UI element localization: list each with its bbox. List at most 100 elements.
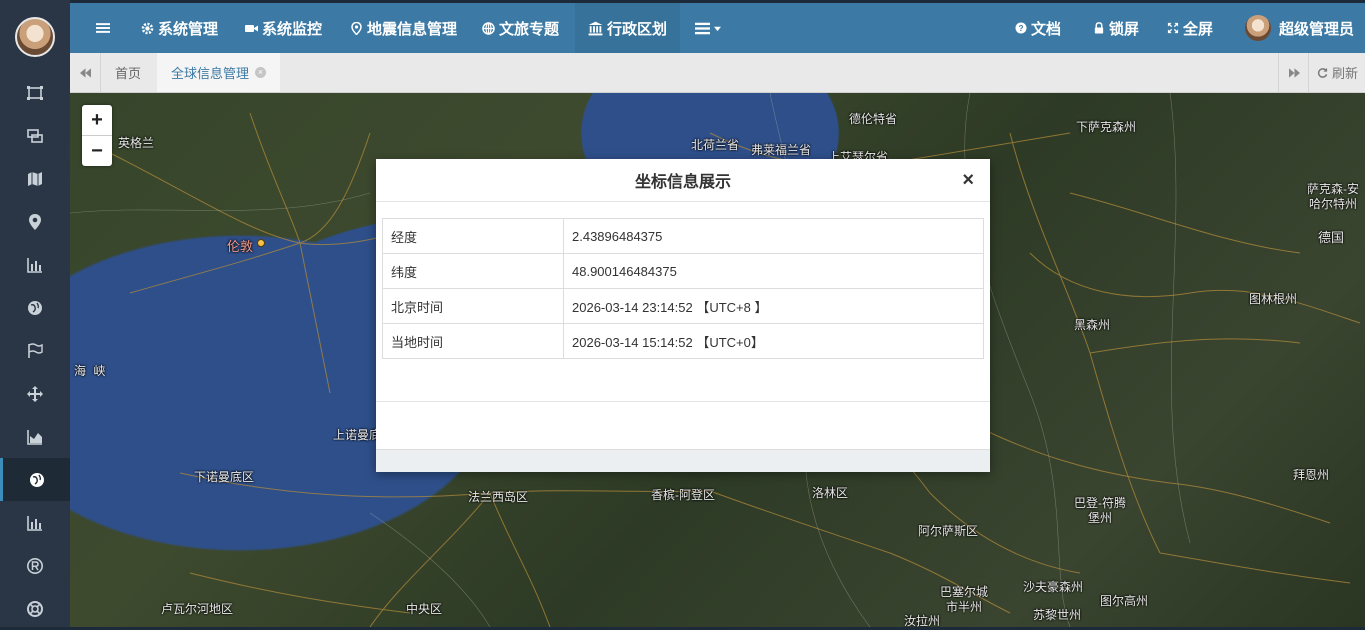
map-icon [28, 171, 42, 186]
table-row: 北京时间 2026-03-14 23:14:52 【UTC+8 】 [382, 288, 984, 324]
row-value: 2026-03-14 15:14:52 【UTC+0】 [563, 323, 984, 359]
area-chart-icon [27, 429, 42, 445]
table-row: 经度 2.43896484375 [382, 218, 984, 254]
sidebar-item-map[interactable] [0, 157, 70, 200]
modal-footer [376, 401, 990, 450]
sidebar-item-globe[interactable] [0, 286, 70, 329]
map-label-city: 伦敦 [227, 239, 254, 254]
nav-system-monitor[interactable]: 系统监控 [245, 3, 322, 53]
map-label-country: 德国 [1318, 230, 1345, 245]
user-menu[interactable]: 超级管理员 [1245, 3, 1354, 53]
arrows-icon [27, 385, 43, 402]
zoom-control: + − [82, 105, 112, 166]
tab-home[interactable]: 首页 [101, 53, 155, 92]
map-label: 中央区 [406, 602, 443, 616]
globe-icon [482, 21, 495, 35]
map-label: 汝拉州 [904, 614, 941, 627]
map-label: 萨克森-安哈尔特州 [1307, 182, 1359, 211]
video-camera-icon [245, 24, 258, 32]
tab-scroll-right-button[interactable] [1278, 53, 1309, 92]
map-label: 洛林区 [812, 486, 849, 500]
sidebar-item-bar-chart-2[interactable] [0, 501, 70, 544]
row-value: 48.900146484375 [563, 253, 984, 289]
tab-scroll-left-button[interactable] [70, 53, 101, 92]
sidebar-item-globe-active[interactable] [0, 458, 70, 501]
row-value: 2.43896484375 [563, 218, 984, 254]
zoom-in-button[interactable]: + [82, 105, 112, 135]
menu-toggle-button[interactable] [96, 3, 110, 53]
caret-down-icon [714, 26, 721, 31]
map-label: 巴塞尔城市半州 [939, 585, 988, 614]
sidebar-item-bar-chart[interactable] [0, 243, 70, 286]
lock-icon [1094, 22, 1104, 34]
row-label: 经度 [382, 218, 564, 254]
map-label: 黑森州 [1074, 318, 1111, 332]
table-row: 纬度 48.900146484375 [382, 253, 984, 289]
map-label: 北荷兰省 [691, 138, 740, 152]
user-avatar [1245, 15, 1271, 41]
city-marker [257, 239, 265, 247]
map-label: 下诺曼底区 [194, 470, 255, 484]
sidebar-item-support[interactable] [0, 587, 70, 630]
coordinate-table: 经度 2.43896484375 纬度 48.900146484375 北京时间… [382, 218, 984, 359]
zoom-out-button[interactable]: − [82, 135, 112, 166]
tab-global-info-label: 全球信息管理 [171, 66, 250, 81]
refresh-button[interactable]: 刷新 [1308, 53, 1365, 92]
map-marker-icon [29, 213, 41, 230]
nav-label: 系统监控 [262, 20, 323, 38]
map-label: 沙夫豪森州 [1023, 580, 1084, 594]
nav-more-dropdown[interactable] [695, 3, 721, 53]
modal-header: 坐标信息展示 × [376, 159, 990, 202]
user-name: 超级管理员 [1279, 20, 1355, 38]
nav-system-management[interactable]: 系统管理 [141, 3, 218, 53]
forward-icon [1288, 67, 1300, 78]
sidebar-item-frame-2[interactable] [0, 114, 70, 157]
sidebar-item-frame[interactable] [0, 71, 70, 114]
refresh-label: 刷新 [1331, 66, 1358, 81]
lock-label: 锁屏 [1109, 20, 1140, 38]
registered-icon [27, 557, 43, 574]
tab-home-label: 首页 [115, 66, 142, 81]
nav-earthquake-info[interactable]: 地震信息管理 [350, 3, 457, 53]
top-navbar: 系统管理 系统监控 地震信息管理 文旅专题 行政区划 ? 文档 锁屏 全屏 超级… [70, 3, 1365, 53]
gear-icon [141, 22, 154, 34]
table-row: 当地时间 2026-03-14 15:14:52 【UTC+0】 [382, 323, 984, 359]
sidebar-item-location[interactable] [0, 200, 70, 243]
nav-label: 地震信息管理 [367, 20, 458, 38]
sidebar-item-move[interactable] [0, 372, 70, 415]
lock-screen-button[interactable]: 锁屏 [1093, 3, 1139, 53]
sidebar-item-registered[interactable] [0, 544, 70, 587]
nav-label: 系统管理 [158, 20, 219, 38]
row-value: 2026-03-14 23:14:52 【UTC+8 】 [563, 288, 984, 324]
frame-icon [27, 85, 43, 100]
tab-close-icon[interactable]: × [255, 67, 267, 78]
map-label: 卢瓦尔河地区 [161, 602, 234, 616]
sidebar [0, 0, 70, 627]
map-label: 图林根州 [1249, 292, 1298, 306]
nav-culture-tourism[interactable]: 文旅专题 [482, 3, 559, 53]
flag-icon [28, 342, 43, 358]
sidebar-item-flag[interactable] [0, 329, 70, 372]
coordinate-info-modal: 坐标信息展示 × 经度 2.43896484375 纬度 48.90014648… [376, 159, 990, 472]
map-label: 香槟-阿登区 [651, 488, 715, 502]
globe-icon [28, 300, 42, 315]
modal-close-button[interactable]: × [962, 170, 974, 190]
list-icon [695, 22, 710, 34]
map-label: 苏黎世州 [1033, 608, 1082, 622]
nav-administrative-division[interactable]: 行政区划 [575, 3, 681, 53]
question-circle-icon: ? [1015, 22, 1027, 34]
map-label: 上诺曼底 [333, 428, 382, 442]
fullscreen-button[interactable]: 全屏 [1167, 3, 1213, 53]
sidebar-item-area-chart[interactable] [0, 415, 70, 458]
row-label: 北京时间 [382, 288, 564, 324]
map-label: 下萨克森州 [1076, 120, 1137, 134]
map-label: 巴登-符腾堡州 [1074, 496, 1126, 525]
docs-link[interactable]: ? 文档 [1015, 3, 1061, 53]
svg-text:?: ? [1018, 23, 1023, 33]
avatar[interactable] [15, 17, 55, 57]
docs-label: 文档 [1031, 20, 1062, 38]
tab-global-info[interactable]: 全球信息管理 × [157, 53, 281, 92]
globe-icon [29, 472, 44, 487]
bank-icon [588, 21, 603, 35]
bar-chart-icon [27, 515, 42, 531]
